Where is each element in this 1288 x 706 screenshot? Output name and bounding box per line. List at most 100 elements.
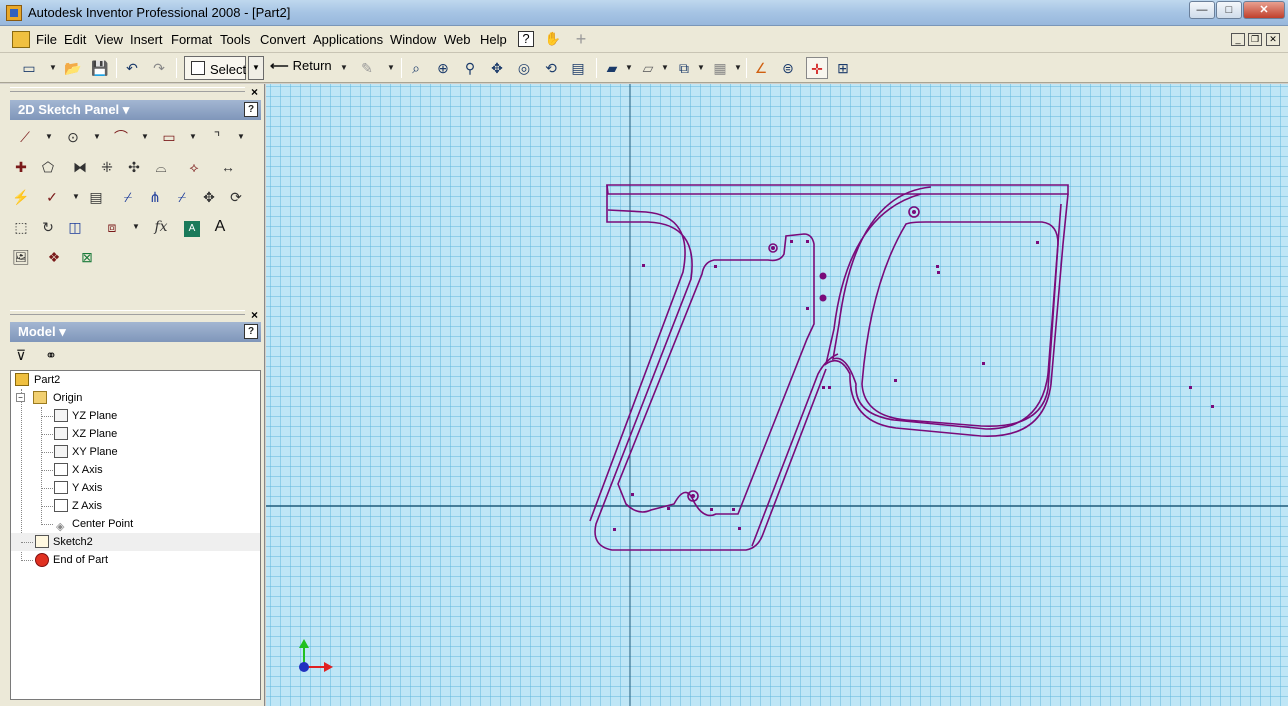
constraint-dropdown-icon[interactable]: ▼ — [71, 186, 81, 208]
zoom-window-icon[interactable]: ⊕ — [432, 57, 454, 79]
rotate-sketch-icon[interactable]: ⟳ — [225, 186, 247, 208]
circle-dropdown-icon[interactable]: ▼ — [92, 126, 102, 148]
menu-insert[interactable]: Insert — [130, 32, 163, 47]
sketch-graphics[interactable] — [266, 84, 1288, 706]
split-curve-icon[interactable]: ⋔ — [144, 186, 166, 208]
arc-tool-icon[interactable]: ⌒ — [110, 126, 132, 148]
open-file-icon[interactable]: 📂 — [62, 57, 84, 79]
menu-window[interactable]: Window — [390, 32, 436, 47]
menu-format[interactable]: Format — [171, 32, 212, 47]
menu-help[interactable]: Help — [480, 32, 507, 47]
dimension-display-icon[interactable]: ⊞ — [832, 57, 854, 79]
circular-pattern-icon[interactable]: ✣ — [123, 156, 145, 178]
section-view-icon[interactable]: ▦ — [709, 57, 731, 79]
look-at-icon[interactable]: ▤ — [567, 57, 589, 79]
add-icon[interactable]: + — [572, 30, 590, 48]
insert-acad-icon[interactable]: ❖ — [43, 246, 65, 268]
model-panel-grip[interactable] — [10, 310, 245, 315]
model-panel-close-button[interactable]: × — [251, 308, 258, 322]
fillet-tool-icon[interactable]: ⌝ — [206, 126, 228, 148]
stretch-tool-icon[interactable]: ⧈ — [101, 216, 123, 238]
tree-item-y-axis[interactable]: Y Axis — [11, 479, 260, 497]
save-file-icon[interactable]: 💾 — [89, 57, 111, 79]
tree-item-xy-plane[interactable]: XY Plane — [11, 443, 260, 461]
rectangle-tool-icon[interactable]: ▭ — [158, 126, 180, 148]
return-dropdown-icon[interactable]: ▼ — [339, 59, 349, 77]
rotate-icon[interactable]: ⟲ — [540, 57, 562, 79]
sketch-panel-close-button[interactable]: × — [251, 85, 258, 99]
model-panel-header[interactable]: Model ▾ ? — [10, 322, 261, 342]
rotate-view-icon[interactable]: ↻ — [37, 216, 59, 238]
insert-excel-icon[interactable]: A — [184, 221, 200, 237]
text-tool-icon[interactable]: A — [209, 216, 231, 238]
camera-view-dropdown-icon[interactable]: ▼ — [660, 59, 670, 77]
section-view-dropdown-icon[interactable]: ▼ — [733, 59, 743, 77]
maximize-window-button[interactable]: □ — [1216, 1, 1242, 19]
minimize-window-button[interactable]: — — [1189, 1, 1215, 19]
general-dimension-icon[interactable]: ⟡ — [183, 156, 205, 178]
redo-icon[interactable]: ↷ — [148, 57, 170, 79]
stretch-dropdown-icon[interactable]: ▼ — [131, 216, 141, 238]
sketch-panel-grip[interactable] — [10, 87, 245, 92]
tree-item-origin[interactable]: − Origin — [11, 389, 260, 407]
part-document-icon[interactable] — [12, 31, 30, 48]
auto-dimension-icon[interactable]: ↔ — [217, 156, 239, 178]
whats-this-help-icon[interactable]: ✋ — [544, 30, 562, 48]
menu-file[interactable]: File — [36, 32, 57, 47]
tree-item-x-axis[interactable]: X Axis — [11, 461, 260, 479]
menu-web[interactable]: Web — [444, 32, 471, 47]
mdi-close-button[interactable]: ✕ — [1266, 33, 1280, 46]
select-button[interactable]: Select — [184, 56, 246, 80]
tree-item-z-axis[interactable]: Z Axis — [11, 497, 260, 515]
move-tool-icon[interactable]: ✥ — [198, 186, 220, 208]
zoom-icon[interactable]: ⚲ — [459, 57, 481, 79]
display-mode-dropdown-icon[interactable]: ▼ — [624, 59, 634, 77]
model-panel-help-icon[interactable]: ? — [244, 324, 258, 339]
display-mode-icon[interactable]: ▰ — [601, 57, 623, 79]
menu-edit[interactable]: Edit — [64, 32, 86, 47]
tree-item-end-of-part[interactable]: End of Part — [11, 551, 260, 569]
tree-item-center-point[interactable]: ◈ Center Point — [11, 515, 260, 533]
tree-item-xz-plane[interactable]: XZ Plane — [11, 425, 260, 443]
rectangular-pattern-icon[interactable]: ⁜ — [96, 156, 118, 178]
arc-dropdown-icon[interactable]: ▼ — [140, 126, 150, 148]
show-constraints-icon[interactable]: ▤ — [85, 186, 107, 208]
offset-tool-icon[interactable]: ⌓ — [150, 156, 172, 178]
close-window-button[interactable]: ✕ — [1243, 1, 1285, 19]
snap-grid-icon[interactable]: ✛ — [806, 57, 828, 79]
insert-points-icon[interactable]: ⊠ — [76, 246, 98, 268]
inventor-app-icon[interactable] — [6, 5, 22, 21]
parameters-fx-icon[interactable]: fx — [150, 216, 172, 238]
new-file-icon[interactable]: ▭ — [18, 57, 40, 79]
mirror-tool-icon[interactable]: ⧓ — [69, 156, 91, 178]
insert-picture-icon[interactable]: 🖼 — [10, 246, 32, 268]
sketch-canvas[interactable] — [266, 84, 1288, 706]
filter-icon[interactable]: ⊽ — [10, 344, 32, 366]
sketch-dropdown-icon[interactable]: ▼ — [386, 59, 396, 77]
line-tool-icon[interactable]: ⟋ — [14, 126, 36, 148]
ground-shadow-icon[interactable]: ⧉ — [673, 57, 695, 79]
project-geometry-icon[interactable]: ∠ — [750, 57, 772, 79]
find-binoculars-icon[interactable]: ⚭ — [40, 344, 62, 366]
split-tool-icon[interactable]: ⌿ — [117, 186, 139, 208]
slice-graphics-icon[interactable]: ⊜ — [777, 57, 799, 79]
new-dropdown-icon[interactable]: ▼ — [48, 59, 58, 77]
break-tool-icon[interactable]: ⌿ — [171, 186, 193, 208]
mdi-minimize-button[interactable]: _ — [1231, 33, 1245, 46]
polygon-tool-icon[interactable]: ⬠ — [37, 156, 59, 178]
camera-view-icon[interactable]: ▱ — [637, 57, 659, 79]
undo-icon[interactable]: ↶ — [121, 57, 143, 79]
insert-image-icon[interactable]: ⬚ — [10, 216, 32, 238]
mdi-restore-button[interactable]: ❐ — [1248, 33, 1262, 46]
point-tool-icon[interactable]: ✚ — [10, 156, 32, 178]
collapse-toggle-icon[interactable]: − — [16, 393, 25, 402]
help-topics-icon[interactable]: ? — [518, 31, 534, 47]
ground-shadow-dropdown-icon[interactable]: ▼ — [696, 59, 706, 77]
return-button[interactable]: ⟵ Return — [270, 58, 332, 74]
zoom-selected-icon[interactable]: ◎ — [513, 57, 535, 79]
sketch-panel-help-icon[interactable]: ? — [244, 102, 258, 117]
menu-tools[interactable]: Tools — [220, 32, 250, 47]
menu-view[interactable]: View — [95, 32, 123, 47]
tree-item-yz-plane[interactable]: YZ Plane — [11, 407, 260, 425]
menu-applications[interactable]: Applications — [313, 32, 383, 47]
